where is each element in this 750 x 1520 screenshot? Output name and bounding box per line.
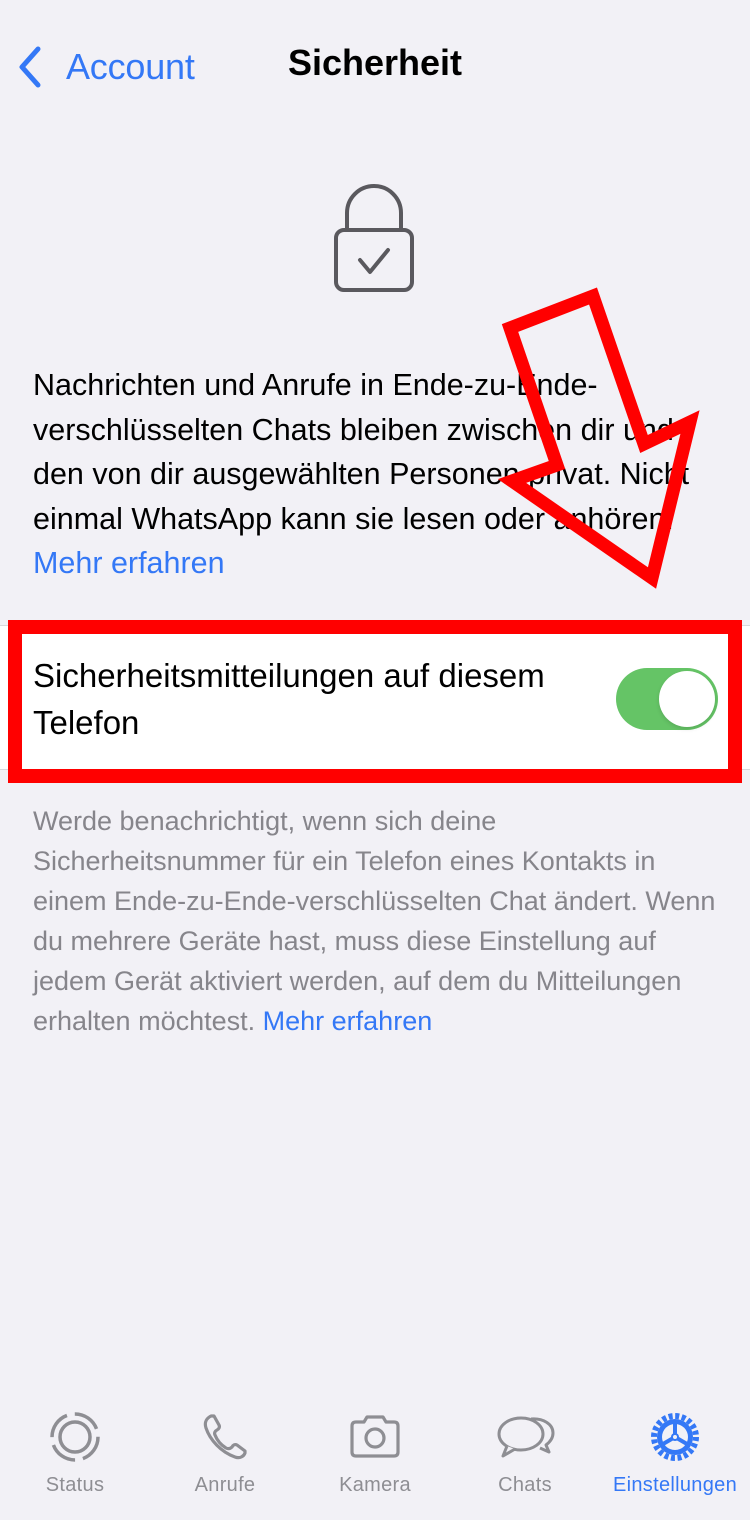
camera-icon [350, 1415, 400, 1458]
learn-more-link-footer[interactable]: Mehr erfahren [263, 1006, 433, 1036]
description-body: Werde benachrichtigt, wenn sich deine Si… [33, 806, 716, 1036]
security-notifications-toggle[interactable] [616, 668, 718, 730]
tab-bar: Status Anrufe Kamera Chats Einstellungen [0, 1400, 750, 1520]
tab-label: Kamera [339, 1474, 411, 1496]
intro-body: Nachrichten und Anrufe in Ende-zu-Ende-v… [33, 368, 690, 536]
intro-text: Nachrichten und Anrufe in Ende-zu-Ende-v… [33, 363, 723, 586]
tab-calls[interactable]: Anrufe [150, 1400, 300, 1520]
lock-check-icon [334, 184, 414, 292]
tab-label: Chats [498, 1474, 552, 1496]
security-notifications-label: Sicherheitsmitteilungen auf diesem Telef… [33, 657, 545, 741]
tab-status[interactable]: Status [0, 1400, 150, 1520]
learn-more-link-intro[interactable]: Mehr erfahren [33, 546, 225, 580]
setting-description: Werde benachrichtigt, wenn sich deine Si… [33, 801, 723, 1041]
tab-settings[interactable]: Einstellungen [600, 1400, 750, 1520]
tab-camera[interactable]: Kamera [300, 1400, 450, 1520]
chat-bubbles-icon [497, 1416, 555, 1458]
settings-gear-icon [651, 1413, 699, 1461]
status-icon [50, 1412, 100, 1462]
tab-label: Anrufe [194, 1474, 256, 1496]
page-title: Sicherheit [287, 42, 463, 83]
toggle-knob [659, 671, 715, 727]
navigation-bar: Account Sicherheit [0, 0, 750, 130]
security-notifications-row: Sicherheitsmitteilungen auf diesem Telef… [0, 625, 750, 770]
tab-label: Einstellungen [613, 1474, 737, 1496]
tab-label: Status [45, 1474, 105, 1496]
tab-chats[interactable]: Chats [450, 1400, 600, 1520]
phone-icon [203, 1414, 247, 1460]
